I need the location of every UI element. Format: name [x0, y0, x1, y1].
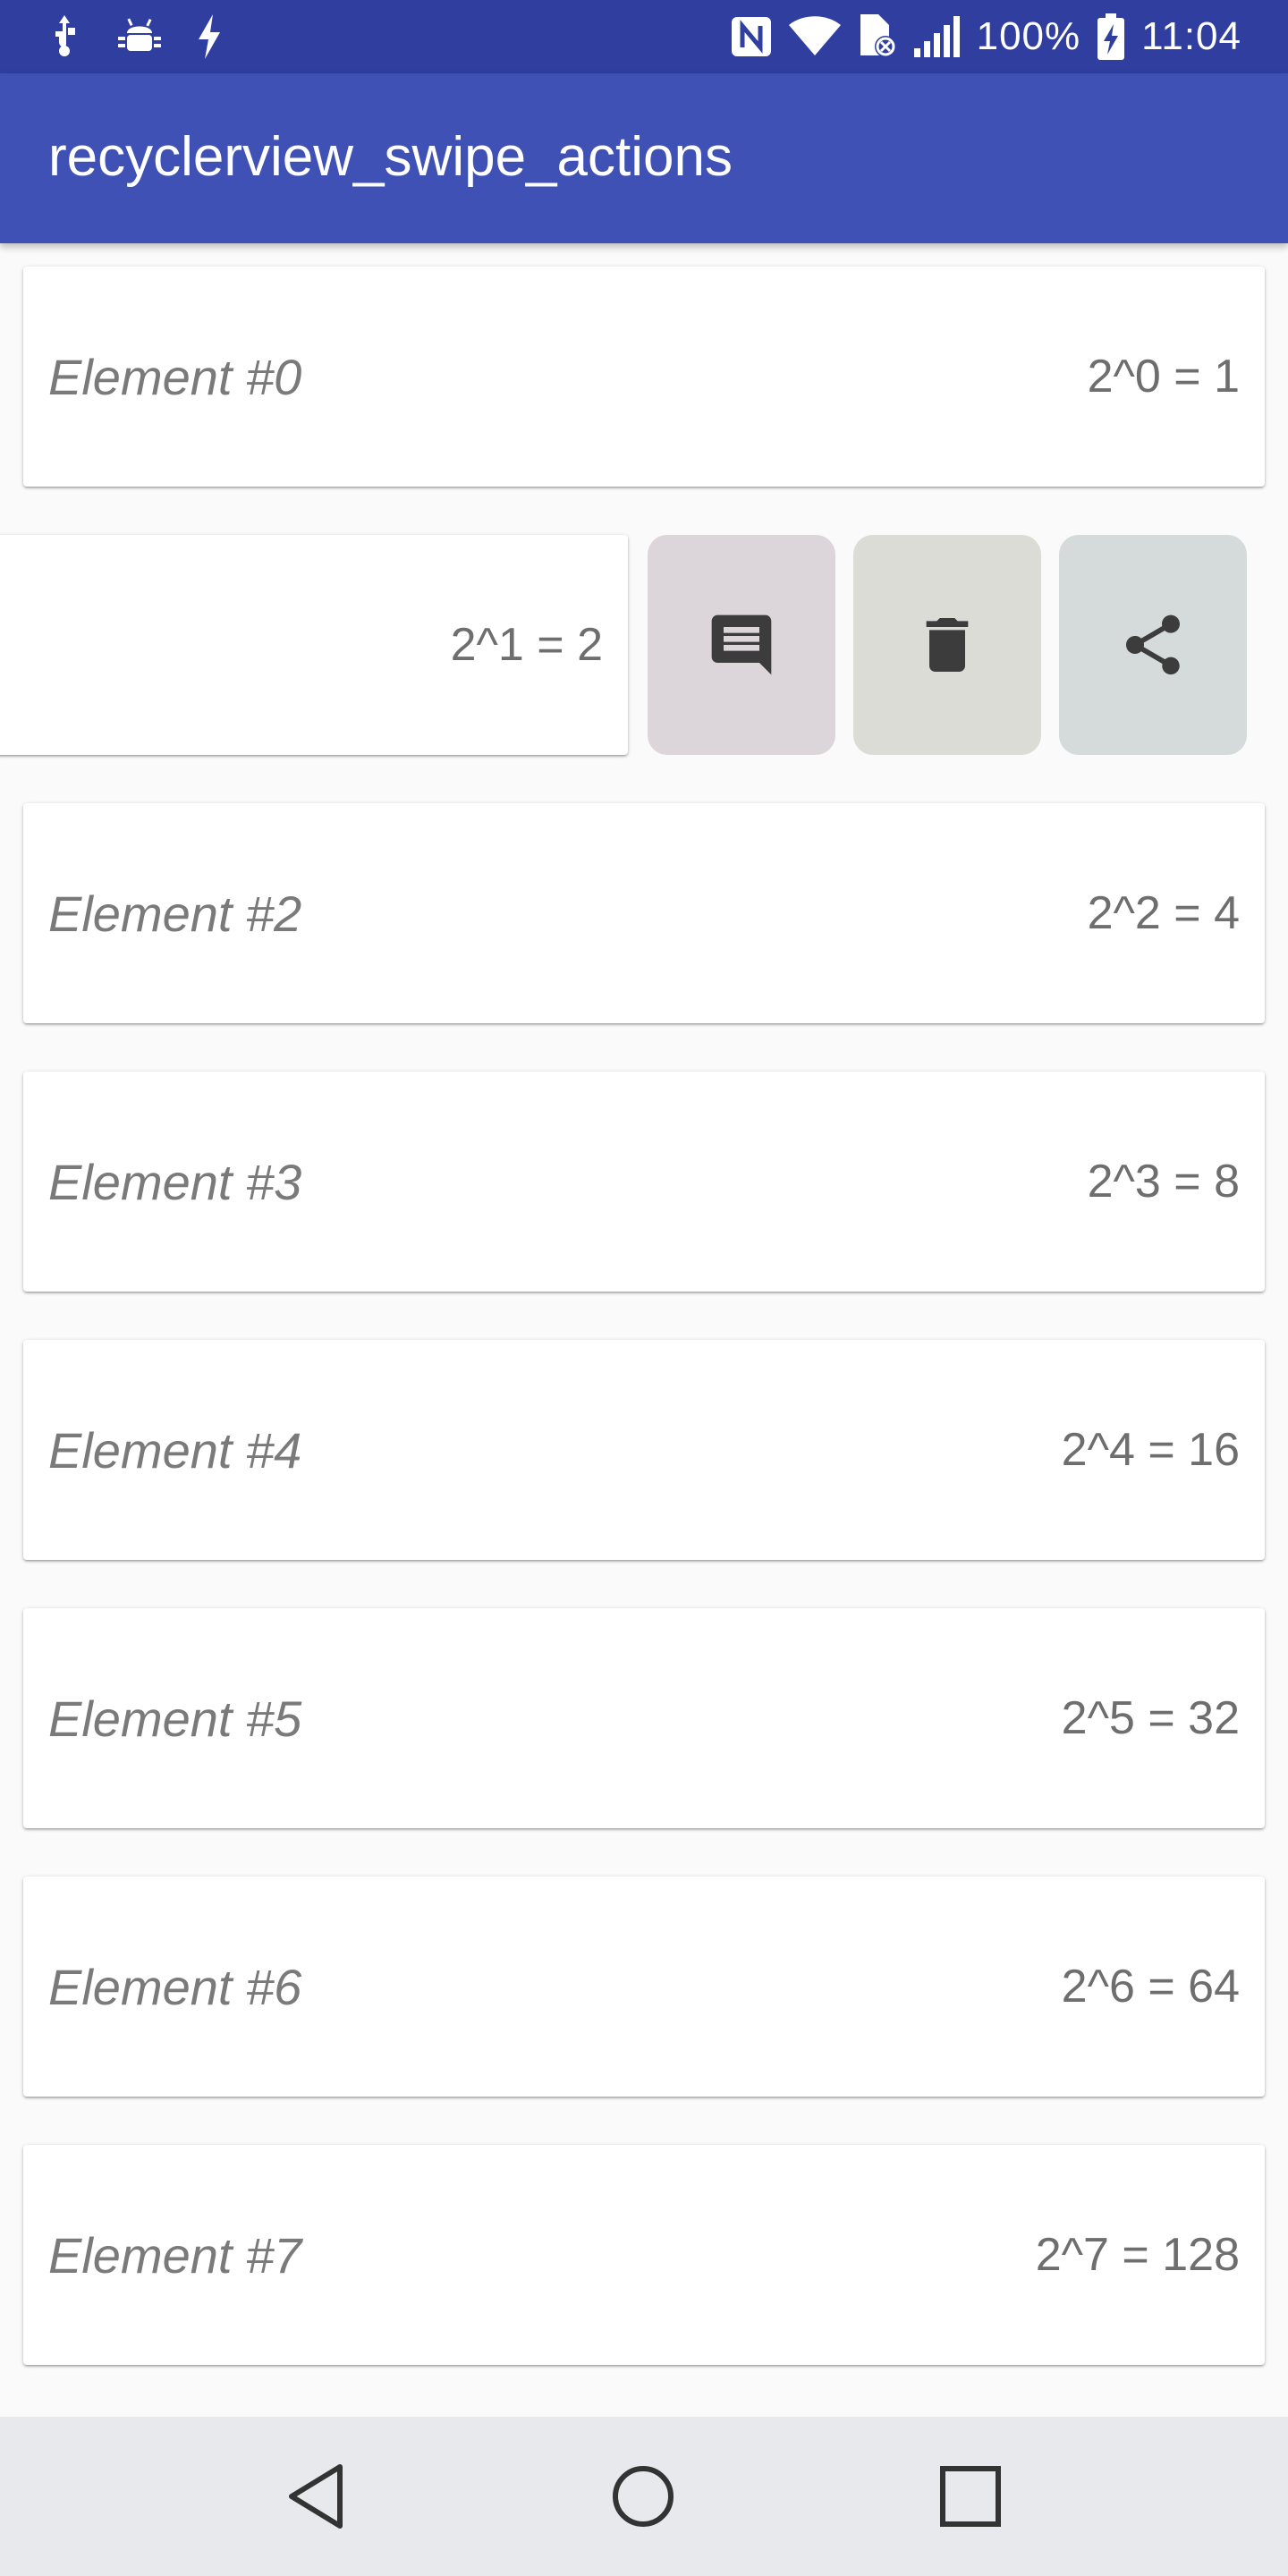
home-button[interactable] — [603, 2456, 683, 2537]
status-left-icons — [47, 13, 222, 61]
status-right-icons: 100% 11:04 — [730, 11, 1241, 63]
clock: 11:04 — [1141, 14, 1241, 58]
item-value: 2^4 = 16 — [1061, 1424, 1240, 1476]
item-value: 2^2 = 4 — [1087, 887, 1240, 939]
recents-button[interactable] — [930, 2456, 1011, 2537]
item-label: Element #5 — [48, 1690, 302, 1747]
item-value: 2^5 = 32 — [1061, 1692, 1240, 1744]
share-icon — [1117, 609, 1189, 681]
back-icon — [284, 2463, 347, 2529]
charging-bolt-icon — [197, 14, 222, 59]
signal-bars-icon — [913, 16, 961, 57]
status-bar: 100% 11:04 — [0, 0, 1288, 73]
sim-card-x-icon — [857, 14, 898, 59]
recents-icon — [939, 2465, 1002, 2528]
delete-icon — [911, 609, 983, 681]
list-item[interactable]: Element #0 2^0 = 1 — [23, 267, 1265, 487]
item-label: Element #6 — [48, 1958, 302, 2015]
swiped-row: 2^1 = 2 — [0, 535, 1288, 755]
share-action-button[interactable] — [1059, 535, 1247, 755]
android-debug-icon — [118, 17, 161, 56]
list-item[interactable]: Element #3 2^3 = 8 — [23, 1072, 1265, 1292]
app-bar: recyclerview_swipe_actions — [0, 73, 1288, 243]
page-title: recyclerview_swipe_actions — [48, 126, 733, 188]
item-value: 2^7 = 128 — [1035, 2229, 1240, 2281]
item-label: Element #4 — [48, 1421, 302, 1479]
item-value: 2^0 = 1 — [1087, 351, 1240, 402]
item-label: Element #3 — [48, 1153, 302, 1210]
list-item-swiped[interactable]: 2^1 = 2 — [0, 535, 628, 755]
battery-charging-icon — [1097, 13, 1125, 60]
item-value: 2^6 = 64 — [1061, 1961, 1240, 2012]
comment-action-button[interactable] — [648, 535, 835, 755]
item-label: Element #0 — [48, 348, 302, 405]
battery-percent: 100% — [976, 14, 1081, 58]
list-item[interactable]: Element #6 2^6 = 64 — [23, 1877, 1265, 2097]
usb-icon — [47, 15, 82, 58]
list-item[interactable]: Element #7 2^7 = 128 — [23, 2145, 1265, 2365]
delete-action-button[interactable] — [853, 535, 1041, 755]
recycler-list[interactable]: Element #0 2^0 = 1 2^1 = 2 Element #2 2^… — [0, 243, 1288, 2417]
item-value: 2^3 = 8 — [1087, 1156, 1240, 1208]
list-item[interactable]: Element #5 2^5 = 32 — [23, 1608, 1265, 1828]
list-item[interactable]: Element #4 2^4 = 16 — [23, 1340, 1265, 1560]
back-button[interactable] — [275, 2456, 356, 2537]
item-label: Element #2 — [48, 885, 302, 942]
item-label: Element #7 — [48, 2226, 302, 2284]
home-icon — [610, 2463, 676, 2529]
navigation-bar — [0, 2417, 1288, 2576]
wifi-icon — [788, 16, 841, 57]
item-value: 2^1 = 2 — [450, 619, 603, 671]
comment-icon — [706, 609, 777, 681]
list-item[interactable]: Element #2 2^2 = 4 — [23, 803, 1265, 1023]
nfc-icon — [730, 15, 773, 58]
